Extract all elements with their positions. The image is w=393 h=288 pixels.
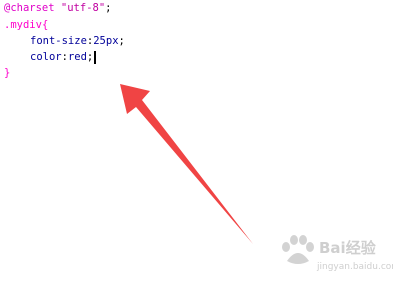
paw-icon (282, 235, 314, 264)
watermark-url: jingyan.baidu.com (317, 262, 393, 272)
arrow-shape (120, 84, 253, 244)
watermark-brand: Bai经验 (319, 239, 376, 257)
baidu-jingyan-watermark: Bai经验 jingyan.baidu.com (277, 231, 393, 283)
